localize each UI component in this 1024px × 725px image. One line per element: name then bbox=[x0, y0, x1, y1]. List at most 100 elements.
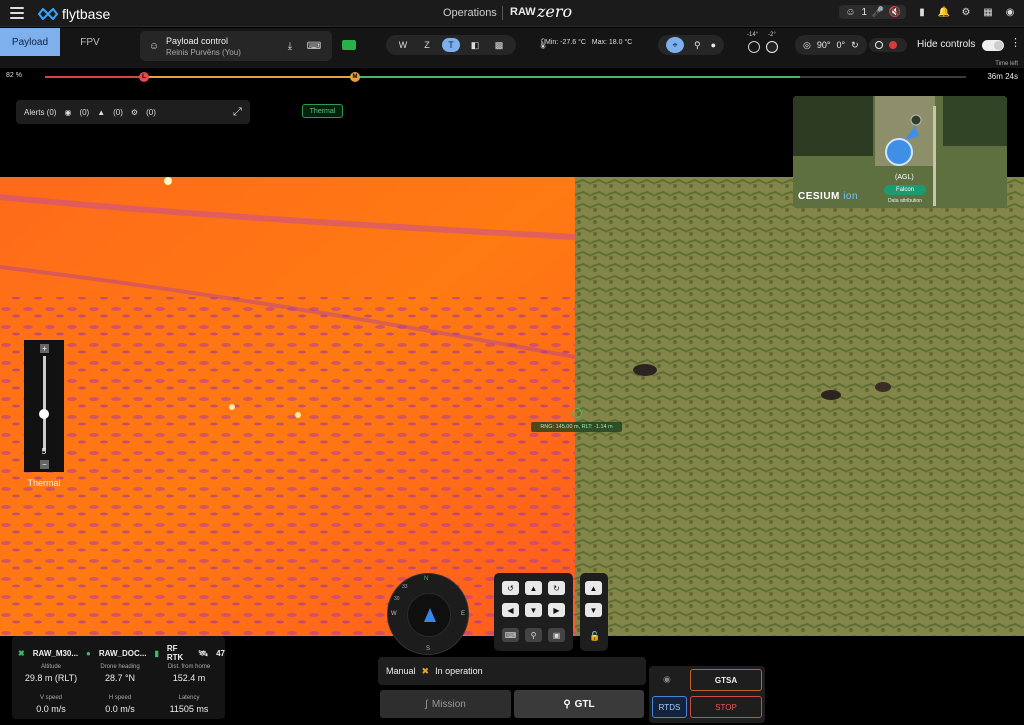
drone-2-name[interactable]: RAW_DOC... bbox=[99, 649, 147, 658]
record-toggle[interactable] bbox=[869, 38, 907, 52]
marker-icon[interactable]: ● bbox=[711, 40, 716, 50]
heading-label: Drone heading bbox=[100, 664, 140, 670]
ascend-button[interactable]: ▲ bbox=[585, 581, 602, 595]
section-title: Operations bbox=[443, 7, 497, 19]
crosshair-icon[interactable]: ⌖ bbox=[666, 37, 684, 53]
speaker-off-icon[interactable]: 🔇 bbox=[889, 6, 901, 18]
thermal-feed[interactable] bbox=[0, 177, 575, 636]
map-attribution[interactable]: Data attribution bbox=[888, 198, 922, 204]
right-button[interactable]: ▶ bbox=[548, 603, 565, 617]
zoom-in-button[interactable]: + bbox=[40, 344, 49, 353]
top-icons: ☺ 1 🎤 🔇 ▮ 🔔 ⚙ ▦ ◉ bbox=[839, 5, 1016, 19]
hspeed-value: 0.0 m/s bbox=[105, 704, 135, 714]
altitude-label: Altitude bbox=[40, 664, 61, 670]
segment-critical bbox=[45, 76, 143, 78]
unlock-icon[interactable]: 🔓 bbox=[589, 631, 600, 642]
map-altitude: (AGL) bbox=[895, 174, 914, 181]
stop-button[interactable]: STOP bbox=[690, 696, 762, 718]
menu-icon[interactable] bbox=[10, 7, 24, 19]
gimbal-pitch: -14° bbox=[747, 32, 759, 38]
alerts-label: Alerts (0) bbox=[24, 107, 57, 117]
compass-north: N bbox=[424, 576, 429, 582]
users-pill[interactable]: ☺ 1 🎤 🔇 bbox=[839, 5, 906, 19]
mic-off-icon[interactable]: 🎤 bbox=[872, 6, 884, 18]
pin-icon[interactable]: ⚲ bbox=[694, 40, 701, 51]
mode-t[interactable]: T bbox=[442, 38, 460, 52]
compass: N E S W 30 33 bbox=[387, 573, 469, 655]
top-bar: flytbase Operations RAW zero ☺ 1 🎤 🔇 ▮ 🔔… bbox=[0, 0, 1024, 27]
gamepad-icon[interactable]: ▣ bbox=[548, 628, 565, 642]
altitude-value: 29.8 m (RLT) bbox=[24, 673, 78, 683]
rgb-image bbox=[575, 177, 1024, 636]
zoom-knob[interactable] bbox=[39, 409, 49, 419]
flytbase-logo-icon bbox=[38, 7, 58, 20]
tab-fpv[interactable]: FPV bbox=[60, 28, 120, 56]
video-record-icon[interactable] bbox=[342, 40, 356, 50]
gtl-button[interactable]: ⚲ GTL bbox=[514, 690, 644, 718]
mode-w[interactable]: W bbox=[394, 38, 412, 52]
rotate-right-button[interactable]: ↻ bbox=[548, 581, 565, 595]
thermal-image bbox=[0, 177, 575, 636]
gift-icon[interactable]: ▦ bbox=[982, 6, 994, 18]
alerts-panel[interactable]: Alerts (0) ◉ (0) ▲ (0) ⚙ (0) bbox=[16, 100, 250, 124]
time-left-value: 36m 24s bbox=[987, 72, 1018, 81]
keyboard-icon[interactable]: ⌨ bbox=[307, 40, 321, 52]
rotate-left-button[interactable]: ↺ bbox=[502, 581, 519, 595]
zoom-out-button[interactable]: − bbox=[40, 460, 49, 469]
payload-title: Payload control bbox=[166, 36, 229, 46]
joystick-icon[interactable]: ⚲ bbox=[525, 628, 542, 642]
gimbal-yaw: -2° bbox=[768, 32, 776, 38]
heading-value: 28.7 °N bbox=[104, 673, 136, 683]
mission-button[interactable]: ∫ Mission bbox=[380, 690, 511, 718]
expand-icon[interactable]: ⤢ bbox=[233, 106, 242, 119]
gear-icon[interactable]: ⚙ bbox=[960, 6, 972, 18]
angle-90[interactable]: 90° bbox=[817, 40, 831, 50]
thermal-badge: Thermal bbox=[302, 104, 343, 118]
zoom-mode-label: Thermal bbox=[27, 478, 61, 488]
descend-button[interactable]: ▼ bbox=[585, 603, 602, 617]
dist-label: Dist. from home bbox=[167, 664, 211, 670]
latency-label: Latency bbox=[178, 695, 200, 701]
rgb-feed[interactable] bbox=[575, 177, 1024, 636]
payload-control[interactable]: ☺ Payload control Reinis Purvēns (You) ⤓… bbox=[140, 31, 332, 61]
segment-remaining bbox=[355, 76, 800, 78]
drone-prefix: RAW bbox=[510, 6, 536, 18]
telemetry-panel: ✖ RAW_M30... ● RAW_DOC... ▮ RF RTK 🛰 47 … bbox=[12, 636, 225, 719]
payload-user: Reinis Purvēns (You) bbox=[166, 48, 241, 57]
shield-icon: ◉ bbox=[663, 674, 671, 684]
forward-button[interactable]: ▲ bbox=[525, 581, 542, 595]
left-button[interactable]: ◀ bbox=[502, 603, 519, 617]
alert-type2-icon: ▲ bbox=[97, 107, 106, 117]
gtsa-button[interactable]: GTSA bbox=[690, 669, 762, 691]
gimbal-reset-icon[interactable] bbox=[748, 41, 760, 53]
target-crosshair-icon bbox=[572, 408, 582, 418]
compass-east: E bbox=[461, 611, 466, 617]
mode-z[interactable]: Z bbox=[418, 38, 436, 52]
dock-icon: ● bbox=[86, 648, 91, 658]
record-dot-icon bbox=[889, 41, 897, 49]
angle-0[interactable]: 0° bbox=[836, 40, 845, 50]
time-left-label: Time left bbox=[995, 61, 1018, 67]
zoom-track[interactable] bbox=[43, 356, 46, 451]
backward-button[interactable]: ▼ bbox=[525, 603, 542, 617]
stats-icon[interactable]: ▮ bbox=[916, 6, 928, 18]
drone-1-name[interactable]: RAW_M30... bbox=[33, 649, 78, 658]
tab-payload[interactable]: Payload bbox=[0, 28, 60, 56]
more-icon[interactable]: ⋮ bbox=[1010, 36, 1021, 49]
hide-controls-toggle[interactable] bbox=[982, 40, 1004, 51]
camera-mode-group: W Z T ◧ ▩ bbox=[386, 35, 516, 55]
mission-label: Mission bbox=[431, 698, 466, 710]
divider bbox=[502, 6, 503, 20]
bell-icon[interactable]: 🔔 bbox=[938, 6, 950, 18]
gimbal-icon[interactable]: ◎ bbox=[803, 40, 811, 51]
profile-icon[interactable]: ◉ bbox=[1004, 6, 1016, 18]
zoom-slider[interactable]: + − 5 bbox=[24, 340, 64, 472]
pip-icon[interactable]: ▩ bbox=[490, 38, 508, 52]
alert-count-1: (0) bbox=[79, 107, 90, 117]
user-icon: ☺ bbox=[845, 6, 856, 18]
rotate-icon[interactable]: ↻ bbox=[851, 40, 859, 51]
split-view-icon[interactable]: ◧ bbox=[466, 38, 484, 52]
download-icon[interactable]: ⤓ bbox=[284, 40, 296, 52]
keyboard-control-icon[interactable]: ⌨ bbox=[502, 628, 519, 642]
rtds-button[interactable]: RTDS bbox=[652, 696, 687, 718]
